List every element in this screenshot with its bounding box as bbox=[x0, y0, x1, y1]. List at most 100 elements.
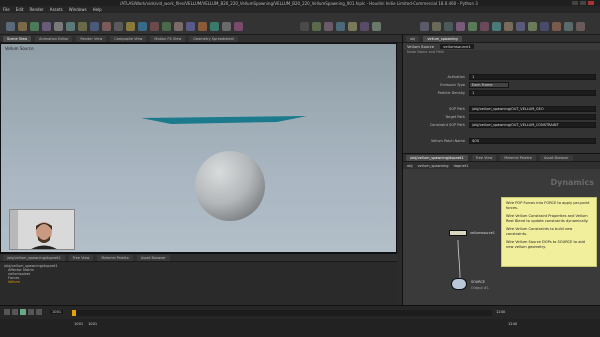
shelf-tool-icon[interactable] bbox=[162, 22, 171, 31]
viewport-tabs: Scene View Animation Editor Render View … bbox=[0, 35, 402, 43]
tab-animation-editor[interactable]: Animation Editor bbox=[35, 35, 73, 42]
shelf-tool-icon[interactable] bbox=[222, 22, 231, 31]
shelf-tool-icon[interactable] bbox=[78, 22, 87, 31]
tab-asset-browser[interactable]: Asset Browser bbox=[136, 254, 170, 261]
param-row-target-path: Target Path bbox=[409, 113, 596, 120]
param-row-emission-type: Emission Type Each Frame bbox=[409, 81, 596, 88]
shelf-tool-icon[interactable] bbox=[444, 22, 453, 31]
timeline-track[interactable] bbox=[72, 310, 492, 316]
menu-edit[interactable]: Edit bbox=[16, 7, 24, 12]
playhead-marker[interactable] bbox=[72, 310, 76, 316]
activation-field[interactable]: 1 bbox=[469, 73, 596, 80]
minimize-icon[interactable] bbox=[572, 1, 578, 5]
shelf-tool-icon[interactable] bbox=[138, 22, 147, 31]
jump-start-icon[interactable] bbox=[4, 309, 10, 315]
shelf-tool-icon[interactable] bbox=[300, 22, 309, 31]
vellum-patch-name-field[interactable]: $OS bbox=[469, 137, 596, 144]
tab-scene-view[interactable]: Scene View bbox=[3, 35, 32, 42]
shelf-tool-icon[interactable] bbox=[564, 22, 573, 31]
menu-file[interactable]: File bbox=[3, 7, 10, 12]
shelf-tool-icon[interactable] bbox=[54, 22, 63, 31]
tree-view-pane: /obj/vellum_spawning/dopnet1 Tree View M… bbox=[0, 253, 397, 305]
shelf-tool-icon[interactable] bbox=[348, 22, 357, 31]
sop-path-field[interactable]: /obj/vellum_spawning/OUT_VELLUM_GEO bbox=[469, 105, 596, 112]
shelf-tool-icon[interactable] bbox=[576, 22, 585, 31]
param-path-node[interactable]: vellum_spawning bbox=[423, 35, 462, 42]
shelf-tool-icon[interactable] bbox=[360, 22, 369, 31]
menu-assets[interactable]: Assets bbox=[50, 7, 63, 12]
menu-help[interactable]: Help bbox=[93, 7, 102, 12]
end-frame-label: 1240 bbox=[496, 310, 506, 314]
shelf-tool-icon[interactable] bbox=[540, 22, 549, 31]
source-node[interactable] bbox=[451, 278, 467, 290]
vellumsource-node[interactable] bbox=[449, 230, 467, 236]
shelf-tool-icon[interactable] bbox=[42, 22, 51, 31]
play-icon[interactable] bbox=[20, 309, 26, 315]
vellumsource-node-label: vellumsource1 bbox=[470, 231, 495, 235]
range-start-field[interactable]: 1001 bbox=[74, 322, 83, 326]
shelf-tool-icon[interactable] bbox=[432, 22, 441, 31]
shelf-tool-icon[interactable] bbox=[312, 22, 321, 31]
ground-plane bbox=[141, 116, 307, 124]
param-row-constraint-path: Constraint SOP Path /obj/vellum_spawning… bbox=[409, 121, 596, 128]
param-section: Node Name and Path bbox=[407, 50, 445, 54]
range-start-field-2[interactable]: 1001 bbox=[88, 322, 97, 326]
webcam-overlay bbox=[9, 209, 75, 250]
tab-render-view[interactable]: Render View bbox=[76, 35, 107, 42]
shelf-tool-icon[interactable] bbox=[504, 22, 513, 31]
shelf-tool-icon[interactable] bbox=[150, 22, 159, 31]
source-node-sub: Output #1 bbox=[471, 286, 489, 290]
shelf-tool-icon[interactable] bbox=[66, 22, 75, 31]
shelf-tool-icon[interactable] bbox=[372, 22, 381, 31]
shelf-tool-icon[interactable] bbox=[420, 22, 429, 31]
param-node-header: Vellum Source vellumsource1 bbox=[403, 43, 600, 50]
node-name-field[interactable]: vellumsource1 bbox=[440, 44, 474, 49]
shelf-tool-icon[interactable] bbox=[516, 22, 525, 31]
shelf-tool-icon[interactable] bbox=[552, 22, 561, 31]
param-row-patch-name: Vellum Patch Name $OS bbox=[409, 137, 596, 144]
constraint-sop-path-field[interactable]: /obj/vellum_spawning/OUT_VELLUM_CONSTRAI… bbox=[469, 121, 596, 128]
shelf-tool-icon[interactable] bbox=[186, 22, 195, 31]
network-editor[interactable]: /obj/vellum_spawning/dopnet1 Tree View M… bbox=[402, 153, 600, 319]
param-path-obj[interactable]: obj bbox=[406, 35, 420, 42]
jump-end-icon[interactable] bbox=[36, 309, 42, 315]
shelf-toolbar bbox=[0, 13, 600, 35]
maximize-icon[interactable] bbox=[580, 1, 586, 5]
tab-motion-fx-view[interactable]: Motion FX View bbox=[150, 35, 186, 42]
shelf-tool-icon[interactable] bbox=[6, 22, 15, 31]
menu-render[interactable]: Render bbox=[29, 7, 43, 12]
tab-composite-view[interactable]: Composite View bbox=[110, 35, 147, 42]
step-back-icon[interactable] bbox=[12, 309, 18, 315]
emission-type-select[interactable]: Each Frame bbox=[469, 81, 509, 88]
shelf-tool-icon[interactable] bbox=[324, 22, 333, 31]
shelf-tool-icon[interactable] bbox=[30, 22, 39, 31]
particle-density-field[interactable]: 1 bbox=[469, 89, 596, 96]
shelf-tool-icon[interactable] bbox=[210, 22, 219, 31]
tab-geometry-spreadsheet[interactable]: Geometry Spreadsheet bbox=[189, 35, 238, 42]
shelf-tool-icon[interactable] bbox=[456, 22, 465, 31]
tab-material-palette[interactable]: Material Palette bbox=[97, 254, 133, 261]
shelf-tool-icon[interactable] bbox=[114, 22, 123, 31]
shelf-tool-icon[interactable] bbox=[528, 22, 537, 31]
tree-item[interactable]: Vellum bbox=[4, 280, 393, 284]
tab-tree-view[interactable]: Tree View bbox=[68, 254, 94, 261]
menu-windows[interactable]: Windows bbox=[69, 7, 87, 12]
shelf-tool-icon[interactable] bbox=[102, 22, 111, 31]
tab-dopnet-path[interactable]: /obj/vellum_spawning/dopnet1 bbox=[3, 254, 65, 261]
target-path-field[interactable] bbox=[469, 113, 596, 120]
shelf-tool-icon[interactable] bbox=[90, 22, 99, 31]
shelf-tool-icon[interactable] bbox=[198, 22, 207, 31]
shelf-tool-icon[interactable] bbox=[480, 22, 489, 31]
range-end-field[interactable]: 1240 bbox=[508, 322, 517, 326]
shelf-tool-icon[interactable] bbox=[234, 22, 243, 31]
status-bar: 1001 1001 1240 bbox=[0, 319, 600, 337]
current-frame-field[interactable]: 1001 bbox=[50, 310, 64, 314]
shelf-tool-icon[interactable] bbox=[492, 22, 501, 31]
shelf-tool-icon[interactable] bbox=[18, 22, 27, 31]
shelf-tool-icon[interactable] bbox=[126, 22, 135, 31]
shelf-tool-icon[interactable] bbox=[336, 22, 345, 31]
step-forward-icon[interactable] bbox=[28, 309, 34, 315]
shelf-tool-icon[interactable] bbox=[468, 22, 477, 31]
shelf-tool-icon[interactable] bbox=[174, 22, 183, 31]
close-icon[interactable] bbox=[588, 1, 594, 5]
